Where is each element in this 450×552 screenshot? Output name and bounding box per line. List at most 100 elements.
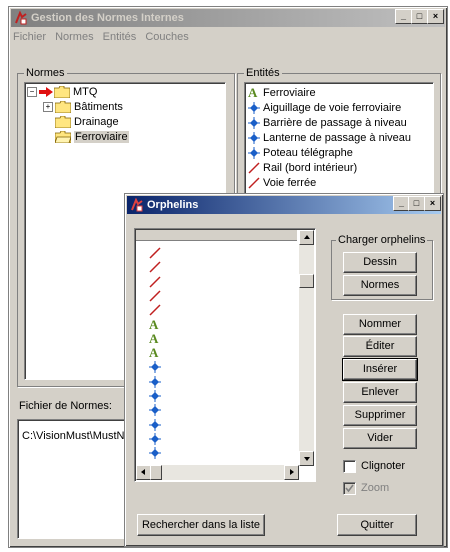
orphelin-item[interactable] (149, 432, 164, 447)
menu-couches[interactable]: Couches (145, 31, 188, 43)
line-symbol-icon (248, 162, 260, 174)
dessin-button[interactable]: Dessin (343, 252, 417, 273)
line-symbol-icon (149, 247, 161, 259)
scroll-down-button[interactable] (299, 451, 314, 466)
app-icon (131, 198, 143, 212)
point-symbol-icon (149, 418, 161, 431)
entite-item[interactable]: Lanterne de passage à niveau (248, 131, 411, 146)
entite-label: Aiguillage de voie ferroviaire (263, 102, 402, 114)
orphelin-item[interactable] (149, 247, 164, 261)
tree-expander-icon[interactable]: + (43, 102, 53, 113)
minimize-button[interactable]: _ (395, 9, 412, 24)
quitter-button[interactable]: Quitter (337, 514, 417, 536)
folder-icon (53, 85, 71, 99)
orphelin-item[interactable] (149, 447, 164, 461)
point-symbol-icon (248, 102, 260, 115)
clignoter-checkbox[interactable] (343, 460, 356, 473)
menu-entites[interactable]: Entités (103, 31, 137, 43)
list-header (136, 230, 297, 241)
scroll-right-button[interactable] (284, 465, 299, 480)
entite-item[interactable]: A Ferroviaire (248, 86, 411, 101)
point-symbol-icon (149, 432, 161, 445)
entite-label: Rail (bord intérieur) (263, 162, 358, 174)
rechercher-button[interactable]: Rechercher dans la liste (137, 514, 265, 536)
selection-arrow-icon (39, 87, 53, 98)
entite-label: Barrière de passage à niveau (263, 117, 407, 129)
tree-node[interactable]: Ferroviaire (27, 130, 129, 145)
orphelins-window: Orphelins _ □ × AAA Charger orphelins De… (124, 193, 444, 547)
normes-button[interactable]: Normes (343, 275, 417, 296)
tree-node[interactable]: − MTQ (27, 85, 129, 100)
line-symbol-icon (149, 261, 161, 273)
orphelin-item[interactable] (149, 361, 164, 375)
entite-item[interactable]: Barrière de passage à niveau (248, 116, 411, 131)
folder-icon (54, 115, 72, 129)
charger-label: Charger orphelins (336, 234, 428, 246)
close-button[interactable]: × (427, 9, 444, 24)
letter-a-icon: A (248, 85, 258, 101)
scroll-left-button[interactable] (136, 465, 151, 480)
orphelin-item[interactable] (149, 261, 164, 275)
menu-normes[interactable]: Normes (55, 31, 94, 43)
point-symbol-icon (149, 390, 161, 403)
tree-node[interactable]: + Bâtiments (27, 100, 129, 115)
maximize-button[interactable]: □ (408, 196, 425, 211)
orphelin-item[interactable] (149, 276, 164, 290)
maximize-button[interactable]: □ (411, 9, 428, 24)
point-symbol-icon (149, 375, 161, 388)
orphelin-item[interactable] (149, 404, 164, 418)
tree-node-label: Ferroviaire (74, 131, 129, 143)
horizontal-scrollbar[interactable] (136, 465, 299, 480)
line-symbol-icon (149, 304, 161, 316)
tree-node-label: MTQ (73, 86, 98, 98)
line-symbol-icon (149, 290, 161, 302)
tree-node-label: Bâtiments (74, 101, 123, 113)
folder-icon (54, 100, 72, 114)
entite-item[interactable]: Poteau télégraphe (248, 146, 411, 161)
menu-fichier[interactable]: Fichier (13, 31, 46, 43)
app-icon (15, 11, 27, 25)
orphelins-list[interactable]: AAA (134, 228, 316, 482)
entite-label: Poteau télégraphe (263, 147, 353, 159)
nommer-button[interactable]: Nommer (343, 314, 417, 335)
scroll-up-button[interactable] (299, 230, 314, 245)
point-symbol-icon (248, 117, 260, 130)
main-title-bar[interactable]: Gestion des Normes Internes (11, 9, 445, 27)
supprimer-button[interactable]: Supprimer (343, 405, 417, 426)
clignoter-label: Clignoter (361, 460, 406, 472)
zoom-checkbox[interactable] (343, 482, 356, 495)
tree-node-label: Drainage (74, 116, 119, 128)
letter-a-icon: A (149, 345, 159, 361)
entite-item[interactable]: Voie ferrée (248, 176, 411, 191)
menu-bar: Fichier Normes Entités Couches (13, 31, 195, 43)
orphelin-item[interactable] (149, 290, 164, 304)
fichier-path: C:\VisionMust\MustN (22, 430, 125, 442)
point-symbol-icon (248, 132, 260, 145)
point-symbol-icon (149, 447, 161, 460)
vider-button[interactable]: Vider (343, 428, 417, 449)
inserer-button[interactable]: Insérer (342, 358, 418, 381)
point-symbol-icon (248, 147, 260, 160)
entite-item[interactable]: Rail (bord intérieur) (248, 161, 411, 176)
scroll-thumb-horizontal[interactable] (150, 465, 162, 480)
orphelin-item[interactable] (149, 418, 164, 433)
fichier-field: C:\VisionMust\MustN (17, 419, 131, 539)
orphelin-item[interactable] (149, 375, 164, 390)
folder-icon (54, 130, 72, 144)
scroll-thumb[interactable] (299, 274, 314, 288)
tree-node[interactable]: Drainage (27, 115, 129, 130)
point-symbol-icon (149, 404, 161, 417)
entite-item[interactable]: Aiguillage de voie ferroviaire (248, 101, 411, 116)
vertical-scrollbar[interactable] (299, 230, 314, 466)
orphelins-title: Orphelins (147, 199, 199, 211)
point-symbol-icon (149, 361, 161, 374)
close-button[interactable]: × (424, 196, 441, 211)
orphelin-item[interactable]: A (149, 345, 164, 361)
letter-a-icon: A (149, 330, 159, 346)
editer-button[interactable]: Éditer (343, 336, 417, 357)
entite-label: Voie ferrée (263, 177, 317, 189)
enlever-button[interactable]: Enlever (343, 382, 417, 403)
tree-expander-icon[interactable]: − (27, 87, 37, 98)
entite-label: Lanterne de passage à niveau (263, 132, 412, 144)
orphelin-item[interactable] (149, 390, 164, 404)
